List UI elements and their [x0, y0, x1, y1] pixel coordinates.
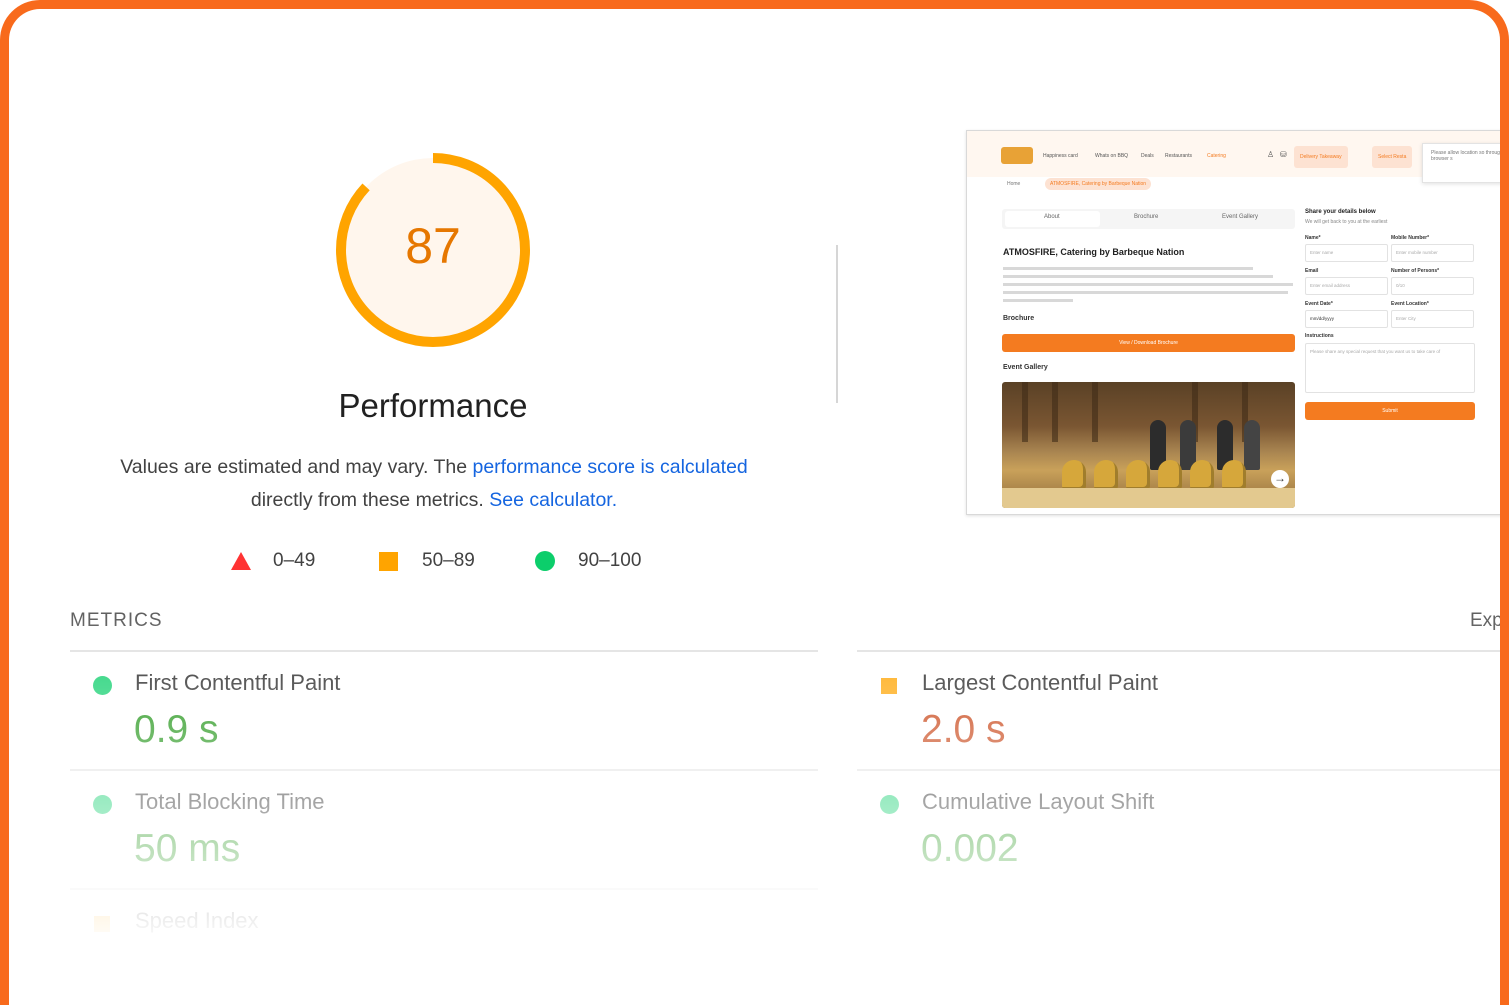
legend-label: 50–89 — [422, 550, 475, 571]
metric-value: 2.0 s — [921, 708, 1006, 751]
field-input: mm/dd/yyyy — [1305, 310, 1388, 328]
metric-value: 0.9 s — [134, 708, 219, 751]
form-title: Share your details below — [1305, 209, 1376, 215]
legend-item-pass: 90–100 — [535, 546, 641, 576]
green-circle-icon — [880, 795, 899, 814]
green-circle-icon — [535, 551, 555, 571]
field-input: Enter mobile number — [1391, 244, 1474, 262]
score-calculation-link[interactable]: performance score is calculated — [472, 456, 747, 478]
metric-value: 0.002 — [921, 827, 1019, 870]
description-text-2: directly from these metrics. — [250, 489, 490, 511]
metric-first-contentful-paint: First Contentful Paint 0.9 s — [70, 652, 810, 770]
field-input: 0/10 — [1391, 277, 1474, 295]
site-tab-about: About — [1044, 214, 1060, 220]
legend-label: 0–49 — [273, 550, 316, 571]
metric-largest-contentful-paint: Largest Contentful Paint 2.0 s — [857, 652, 1500, 770]
metric-label: Speed Index — [135, 908, 259, 933]
metric-speed-index: Speed Index 1.9 s — [70, 890, 810, 1005]
site-delivery-button: Delivery Takeaway — [1294, 146, 1348, 168]
description-text-1: Values are estimated and may vary. The — [120, 456, 473, 478]
red-triangle-icon — [231, 552, 251, 570]
gauge-title: Performance — [338, 387, 528, 424]
field-label: Event Location* — [1391, 301, 1429, 307]
site-nav-item: Deals — [1141, 153, 1154, 159]
legend-item-average: 50–89 — [379, 546, 475, 576]
field-label: Name* — [1305, 235, 1321, 241]
metric-value: 50 ms — [134, 827, 241, 870]
calculator-link[interactable]: See calculator. — [489, 489, 617, 511]
site-nav-item: Restaurants — [1165, 153, 1192, 159]
score-description: Values are estimated and may vary. The p… — [109, 451, 759, 517]
arrow-right-icon: → — [1271, 470, 1289, 488]
text-line — [1003, 299, 1073, 302]
legend-item-fail: 0–49 — [231, 546, 315, 576]
orange-square-icon — [94, 916, 110, 932]
thumbnail-scrollbar — [1503, 133, 1507, 348]
breadcrumb-current: ATMOSFIRE, Catering by Barbeque Nation — [1045, 178, 1152, 190]
metric-value: 1.9 s — [134, 946, 219, 989]
metric-cumulative-layout-shift: Cumulative Layout Shift 0.002 — [857, 771, 1500, 889]
bag-icon: ⛁ — [1280, 150, 1287, 159]
site-nav-item: Happiness card — [1043, 153, 1078, 159]
green-circle-icon — [93, 676, 112, 695]
gallery-label: Event Gallery — [1003, 364, 1048, 371]
site-nav-item: Catering — [1207, 153, 1226, 159]
final-screenshot-thumbnail[interactable]: Happiness card Whats on BBQ Deals Restau… — [966, 130, 1509, 515]
field-input: Enter email address — [1305, 277, 1388, 295]
metric-label: Cumulative Layout Shift — [922, 789, 1155, 814]
legend-label: 90–100 — [578, 550, 642, 571]
report-card: 87 Performance Values are estimated and … — [0, 0, 1509, 1005]
orange-square-icon — [881, 678, 897, 694]
field-label: Number of Persons* — [1391, 268, 1440, 274]
text-line — [1003, 291, 1288, 294]
field-input: Enter name — [1305, 244, 1388, 262]
expand-view-toggle[interactable]: Expa — [1470, 610, 1500, 632]
user-icon: ♙ — [1267, 150, 1275, 159]
instructions-textarea: Please share any special request that yo… — [1305, 343, 1475, 393]
form-subtitle: We will get back to you at the earliest — [1305, 219, 1388, 225]
brochure-label: Brochure — [1003, 315, 1035, 322]
text-line — [1003, 283, 1293, 286]
breadcrumb-home: Home — [1007, 181, 1021, 187]
field-input: Enter City — [1391, 310, 1474, 328]
field-label: Event Date* — [1305, 301, 1333, 307]
brochure-button: View / Download Brochure — [1002, 334, 1295, 352]
metric-label: First Contentful Paint — [135, 670, 341, 695]
field-label: Mobile Number* — [1391, 235, 1430, 241]
orange-square-icon — [379, 551, 398, 571]
site-heading: ATMOSFIRE, Catering by Barbeque Nation — [1003, 247, 1185, 257]
site-tabs: About Brochure Event Gallery — [1002, 209, 1295, 229]
site-tab-brochure: Brochure — [1134, 214, 1159, 220]
vertical-divider — [836, 245, 838, 403]
site-location-button: Select Resta — [1372, 146, 1413, 168]
site-nav-item: Whats on BBQ — [1095, 153, 1129, 159]
site-logo — [1001, 147, 1033, 164]
metrics-title: METRICS — [70, 610, 163, 631]
metric-total-blocking-time: Total Blocking Time 50 ms — [70, 771, 810, 889]
text-line — [1003, 275, 1273, 278]
location-popup: Please allow location so through your br… — [1422, 143, 1509, 183]
green-circle-icon — [93, 795, 112, 814]
popup-text: Please allow location so through your br… — [1431, 150, 1509, 162]
field-label: Email — [1305, 268, 1319, 274]
site-submit-button: Submit — [1305, 402, 1475, 420]
event-gallery-photo: → — [1002, 382, 1295, 508]
metric-label: Total Blocking Time — [135, 789, 325, 814]
instructions-label: Instructions — [1305, 333, 1334, 339]
performance-score: 87 — [405, 218, 461, 274]
text-line — [1003, 267, 1253, 270]
site-tab-gallery: Event Gallery — [1222, 214, 1259, 220]
performance-gauge: 87 — [327, 144, 539, 356]
metric-label: Largest Contentful Paint — [922, 670, 1159, 695]
